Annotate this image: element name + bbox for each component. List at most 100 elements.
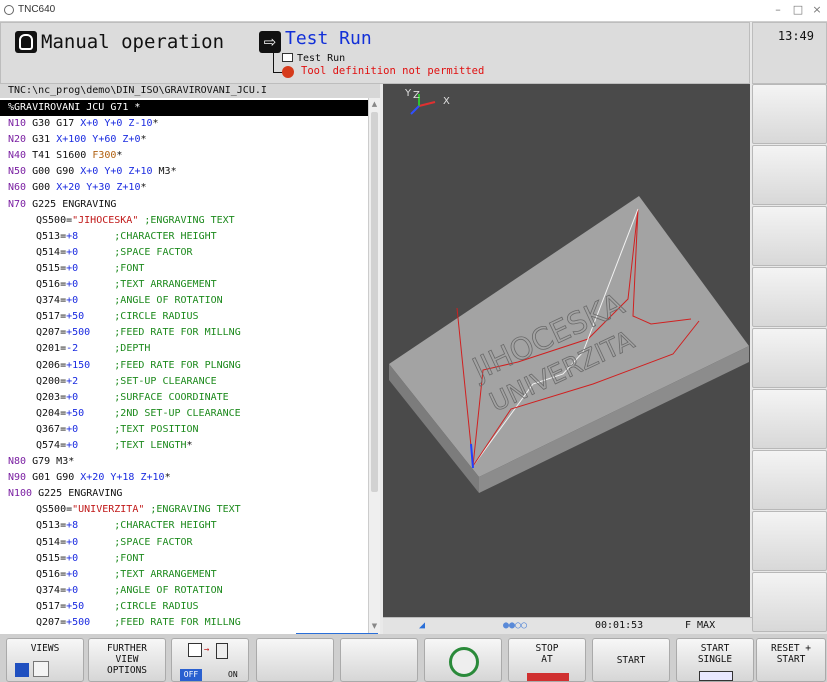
- hand-icon: [15, 31, 37, 53]
- program-line[interactable]: Q517=+50 ;CIRCLE RADIUS: [0, 599, 368, 615]
- program-line[interactable]: N50 G00 G90 X+0 Y+0 Z+10 M3*: [0, 164, 368, 180]
- code-token: QS500=: [36, 214, 73, 226]
- code-token: Q517=: [36, 600, 67, 612]
- program-line[interactable]: Q515=+0 ;FONT: [0, 261, 368, 277]
- softkey-blank-2[interactable]: [340, 638, 418, 682]
- vertical-softkey-2[interactable]: [752, 145, 827, 205]
- code-token: +50: [66, 407, 85, 419]
- code-token: ;SPACE FACTOR: [78, 246, 193, 258]
- program-line[interactable]: QS500="JIHOCESKA" ;ENGRAVING TEXT: [0, 213, 368, 229]
- program-line[interactable]: Q206=+150 ;FEED RATE FOR PLNGNG: [0, 358, 368, 374]
- toggle-on-label: ON: [228, 670, 238, 679]
- program-line[interactable]: Q514=+0 ;SPACE FACTOR: [0, 535, 368, 551]
- scroll-up-icon[interactable]: ▲: [370, 100, 379, 109]
- program-line[interactable]: Q514=+0 ;SPACE FACTOR: [0, 245, 368, 261]
- program-line[interactable]: %GRAVIROVANI JCU G71 *: [0, 100, 368, 117]
- program-line[interactable]: Q200=+2 ;SET-UP CLEARANCE: [0, 374, 368, 390]
- softkey-views[interactable]: VIEWS: [6, 638, 84, 682]
- softkey-further-view-options[interactable]: FURTHER VIEW OPTIONS: [88, 638, 166, 682]
- single-block-icon: [699, 671, 733, 681]
- program-line[interactable]: N40 T41 S1600 F300*: [0, 148, 368, 164]
- program-file-icon: [282, 53, 293, 62]
- program-line[interactable]: Q374=+0 ;ANGLE OF ROTATION: [0, 583, 368, 599]
- code-token: G225 ENGRAVING: [32, 198, 117, 210]
- program-line[interactable]: Q207=+500 ;FEED RATE FOR MILLNG: [0, 615, 368, 631]
- error-message[interactable]: Tool definition not permitted: [301, 65, 484, 77]
- code-token: X+0 Y+0 Z-10: [80, 118, 153, 130]
- program-line[interactable]: Q207=+500 ;FEED RATE FOR MILLNG: [0, 325, 368, 341]
- code-token: +0: [66, 423, 79, 435]
- program-line[interactable]: Q574=+0 ;TEXT LENGTH*: [0, 438, 368, 454]
- program-line[interactable]: Q203=+0 ;SURFACE COORDINATE: [0, 390, 368, 406]
- code-token: +150: [66, 359, 91, 371]
- program-scrollbar[interactable]: ▲ ▼: [368, 98, 380, 634]
- program-line[interactable]: N10 G30 G17 X+0 Y+0 Z-10*: [0, 116, 368, 132]
- softkey-blank-1[interactable]: [256, 638, 334, 682]
- program-line[interactable]: Q367=+0 ;TEXT POSITION: [0, 422, 368, 438]
- program-line[interactable]: N60 G00 X+20 Y+30 Z+10*: [0, 180, 368, 196]
- tnc640-window: TNC640 – □ × Manual operation ⇨ Test Run…: [0, 0, 827, 682]
- program-line[interactable]: Q515=+0 ;FONT: [0, 551, 368, 567]
- code-token: +0: [66, 568, 79, 580]
- program-line[interactable]: N20 G31 X+100 Y+60 Z+0*: [0, 132, 368, 148]
- softkey-speed-dial[interactable]: [424, 638, 502, 682]
- vertical-softkey-1[interactable]: [752, 84, 827, 144]
- scrollbar-thumb[interactable]: [371, 112, 378, 492]
- code-token: ;SPACE FACTOR: [78, 536, 193, 548]
- program-line[interactable]: Q374=+0 ;ANGLE OF ROTATION: [0, 293, 368, 309]
- code-token: G01 G90: [32, 472, 81, 484]
- code-token: ;TEXT ARRANGEMENT: [78, 279, 217, 291]
- vertical-softkey-7[interactable]: [752, 450, 827, 510]
- program-line[interactable]: QS500="UNIVERZITA" ;ENGRAVING TEXT: [0, 502, 368, 518]
- error-icon: [282, 66, 294, 78]
- code-token: +0: [66, 262, 79, 274]
- program-line[interactable]: N100 G225 ENGRAVING: [0, 486, 368, 502]
- code-token: *: [152, 118, 159, 130]
- program-line[interactable]: Q516=+0 ;TEXT ARRANGEMENT: [0, 277, 368, 293]
- program-line[interactable]: N90 G01 G90 X+20 Y+18 Z+10*: [0, 470, 368, 486]
- program-line[interactable]: Q513=+8 ;CHARACTER HEIGHT: [0, 518, 368, 534]
- code-token: +0: [66, 279, 79, 291]
- toggle-off-label: OFF: [180, 669, 202, 681]
- program-line[interactable]: Q516=+0 ;TEXT ARRANGEMENT: [0, 567, 368, 583]
- vertical-softkey-9[interactable]: [752, 572, 827, 632]
- vertical-softkey-3[interactable]: [752, 206, 827, 266]
- vertical-softkey-5[interactable]: [752, 328, 827, 388]
- code-token: Q516=: [36, 568, 67, 580]
- stop-at-icon: [527, 673, 569, 681]
- program-line[interactable]: Q204=+50 ;2ND SET-UP CLEARANCE: [0, 406, 368, 422]
- program-line[interactable]: Q201=-2 ;DEPTH: [0, 341, 368, 357]
- nc-program-listing[interactable]: %GRAVIROVANI JCU G71 * N10 G30 G17 X+0 Y+…: [0, 100, 368, 644]
- window-titlebar: TNC640 – □ ×: [0, 0, 827, 22]
- vertical-softkey-4[interactable]: [752, 267, 827, 327]
- code-token: -2: [66, 343, 79, 355]
- code-token: ;FEED RATE FOR MILLNG: [90, 617, 241, 628]
- scroll-down-icon[interactable]: ▼: [370, 622, 379, 631]
- arrow-right-icon: →: [204, 645, 210, 655]
- minimize-button[interactable]: –: [770, 2, 786, 18]
- mode-primary-label: Manual operation: [41, 31, 225, 53]
- axis-label-x: X: [443, 96, 450, 107]
- tool-status-icon: ◢: [419, 620, 426, 631]
- vertical-softkey-bar: [752, 84, 827, 634]
- maximize-button[interactable]: □: [790, 2, 806, 18]
- simulation-graphics[interactable]: Y Z X JIHOCESKA UNIVERZITA: [383, 84, 750, 617]
- view-page-icon: [33, 661, 49, 677]
- softkey-reset-start-label: RESET + START: [770, 643, 812, 665]
- softkey-start[interactable]: START: [592, 638, 670, 682]
- vertical-softkey-8[interactable]: [752, 511, 827, 571]
- code-token: Q203=: [36, 391, 67, 403]
- program-line[interactable]: N70 G225 ENGRAVING: [0, 197, 368, 213]
- code-token: G79 M3*: [32, 456, 75, 468]
- softkey-stop-at[interactable]: STOP AT: [508, 638, 586, 682]
- softkey-reset-start[interactable]: RESET + START: [756, 638, 826, 682]
- program-path: TNC:\nc_prog\demo\DIN_ISO\GRAVIROVANI_JC…: [0, 84, 380, 98]
- vertical-softkey-6[interactable]: [752, 389, 827, 449]
- softkey-start-single[interactable]: START SINGLE: [676, 638, 754, 682]
- program-line[interactable]: Q517=+50 ;CIRCLE RADIUS: [0, 309, 368, 325]
- program-line[interactable]: Q513=+8 ;CHARACTER HEIGHT: [0, 229, 368, 245]
- softkey-tool-display[interactable]: → OFF ON: [171, 638, 249, 682]
- program-line[interactable]: N80 G79 M3*: [0, 454, 368, 470]
- window-title: TNC640: [18, 4, 56, 15]
- close-button[interactable]: ×: [809, 2, 825, 18]
